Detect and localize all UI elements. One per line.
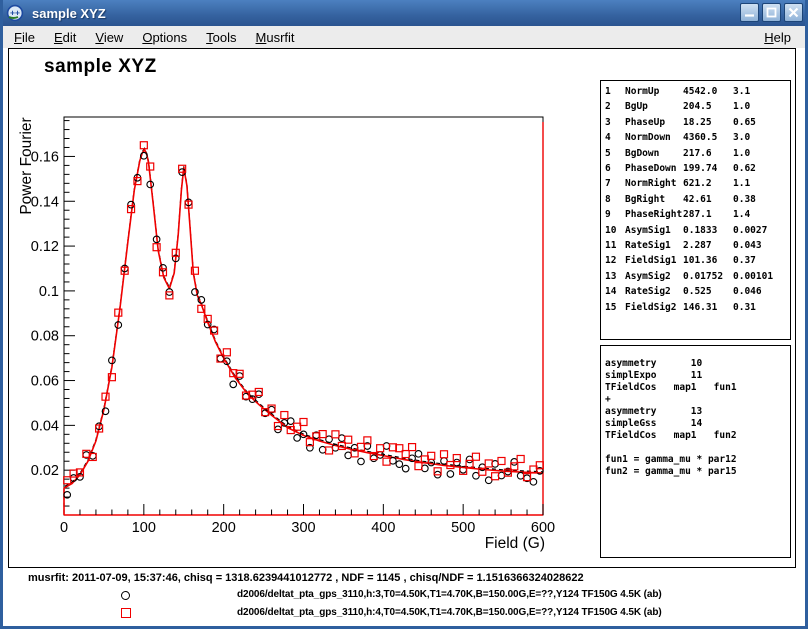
menu-item-tools[interactable]: Tools bbox=[198, 28, 244, 47]
menu-item-options[interactable]: Options bbox=[134, 28, 195, 47]
param-row: 15FieldSig2146.310.31 bbox=[605, 300, 790, 315]
param-row: 9PhaseRight287.11.4 bbox=[605, 207, 790, 222]
parameter-box: 1NormUp4542.03.12BgUp204.51.03PhaseUp18.… bbox=[600, 80, 791, 340]
minimize-icon[interactable] bbox=[740, 3, 759, 22]
param-row: 1NormUp4542.03.1 bbox=[605, 84, 790, 99]
param-row: 11RateSig12.2870.043 bbox=[605, 238, 790, 253]
theory-line bbox=[605, 442, 790, 454]
window: ++ sample XYZ File Edit View Options Too… bbox=[0, 0, 808, 629]
fourier-plot[interactable]: 0 100 200 300 400 500 600 0.02 0.04 0.06 0.08 0.1 0.… bbox=[8, 57, 596, 569]
param-row: 8BgRight42.610.38 bbox=[605, 192, 790, 207]
theory-line: TFieldCos map1 fun1 bbox=[605, 382, 790, 394]
param-row: 12FieldSig1101.360.37 bbox=[605, 253, 790, 268]
maximize-icon[interactable] bbox=[762, 3, 781, 22]
param-row: 13AsymSig20.017520.00101 bbox=[605, 269, 790, 284]
theory-line: fun2 = gamma_mu * par15 bbox=[605, 466, 790, 478]
canvas-title: sample XYZ bbox=[44, 56, 157, 78]
param-row: 2BgUp204.51.0 bbox=[605, 99, 790, 114]
svg-text:++: ++ bbox=[10, 8, 20, 18]
svg-text:0.06: 0.06 bbox=[31, 374, 59, 390]
close-icon[interactable] bbox=[784, 3, 803, 22]
param-row: 14RateSig20.5250.046 bbox=[605, 284, 790, 299]
menu-item-edit[interactable]: Edit bbox=[46, 28, 84, 47]
window-title: sample XYZ bbox=[32, 6, 106, 21]
menu-item-help[interactable]: Help bbox=[756, 28, 799, 47]
menu-item-musrfit[interactable]: Musrfit bbox=[248, 28, 303, 47]
svg-text:400: 400 bbox=[371, 520, 395, 536]
theory-line: asymmetry 13 bbox=[605, 406, 790, 418]
svg-text:0: 0 bbox=[60, 520, 68, 536]
svg-text:0.1: 0.1 bbox=[39, 284, 59, 300]
param-row: 3PhaseUp18.250.65 bbox=[605, 115, 790, 130]
svg-text:500: 500 bbox=[451, 520, 475, 536]
theory-box: asymmetry 10simplExpo 11TFieldCos map1 f… bbox=[600, 345, 791, 558]
theory-line: TFieldCos map1 fun2 bbox=[605, 430, 790, 442]
theory-line: simpleGss 14 bbox=[605, 418, 790, 430]
theory-line: asymmetry 10 bbox=[605, 358, 790, 370]
theory-line: fun1 = gamma_mu * par12 bbox=[605, 454, 790, 466]
svg-text:0.14: 0.14 bbox=[31, 194, 59, 210]
app-icon: ++ bbox=[6, 4, 24, 22]
menu-item-file[interactable]: File bbox=[6, 28, 43, 47]
svg-text:600: 600 bbox=[531, 520, 555, 536]
svg-text:300: 300 bbox=[291, 520, 315, 536]
param-row: 5BgDown217.61.0 bbox=[605, 146, 790, 161]
theory-line: simplExpo 11 bbox=[605, 370, 790, 382]
legend-square-outline-icon bbox=[121, 608, 131, 618]
svg-text:0.12: 0.12 bbox=[31, 239, 59, 255]
svg-text:Field (G): Field (G) bbox=[485, 535, 545, 552]
param-row: 6PhaseDown199.740.62 bbox=[605, 161, 790, 176]
legend-circle-outline-icon bbox=[121, 591, 130, 600]
svg-text:Power Fourier: Power Fourier bbox=[18, 117, 35, 214]
svg-text:0.16: 0.16 bbox=[31, 149, 59, 165]
titlebar[interactable]: ++ sample XYZ bbox=[0, 0, 808, 26]
legend-label-h4: d2006/deltat_pta_gps_3110,h:4,T0=4.50K,T… bbox=[237, 607, 662, 618]
legend-label-h3: d2006/deltat_pta_gps_3110,h:3,T0=4.50K,T… bbox=[237, 589, 662, 600]
theory-line: + bbox=[605, 394, 790, 406]
svg-text:100: 100 bbox=[132, 520, 156, 536]
svg-text:0.08: 0.08 bbox=[31, 329, 59, 345]
param-row: 7NormRight621.21.1 bbox=[605, 176, 790, 191]
param-row: 4NormDown4360.53.0 bbox=[605, 130, 790, 145]
root-canvas[interactable]: 0 100 200 300 400 500 600 0.02 0.04 0.06 0.08 0.1 0.… bbox=[3, 48, 805, 626]
svg-text:200: 200 bbox=[212, 520, 236, 536]
svg-text:0.04: 0.04 bbox=[31, 418, 59, 434]
window-controls bbox=[740, 3, 803, 22]
menu-item-view[interactable]: View bbox=[87, 28, 131, 47]
svg-text:0.02: 0.02 bbox=[31, 463, 59, 479]
fit-stats-line: musrfit: 2011-07-09, 15:37:46, chisq = 1… bbox=[28, 572, 584, 584]
menubar: File Edit View Options Tools Musrfit Hel… bbox=[3, 26, 805, 48]
param-row: 10AsymSig10.18330.0027 bbox=[605, 223, 790, 238]
